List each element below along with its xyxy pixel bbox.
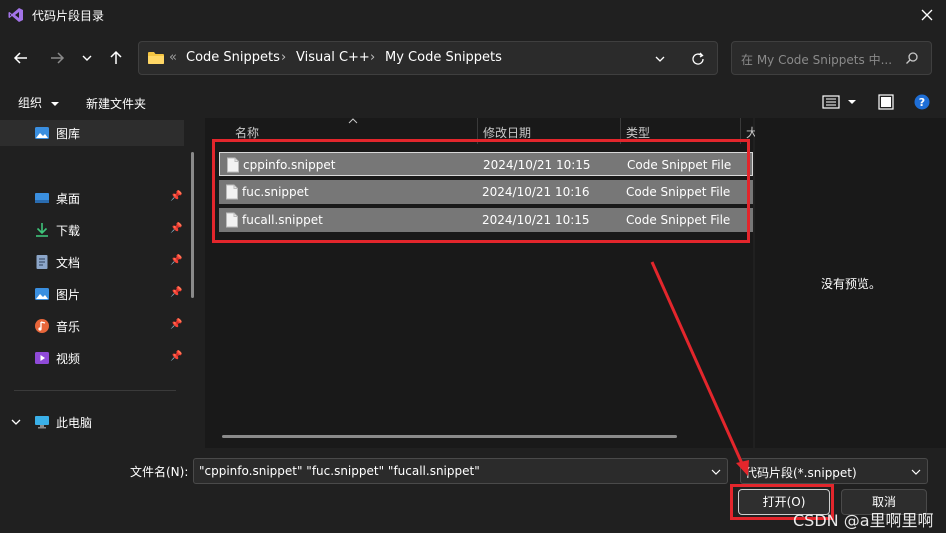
annotation-arrow xyxy=(650,261,749,476)
watermark: CSDN @a里啊里啊 xyxy=(793,511,934,530)
